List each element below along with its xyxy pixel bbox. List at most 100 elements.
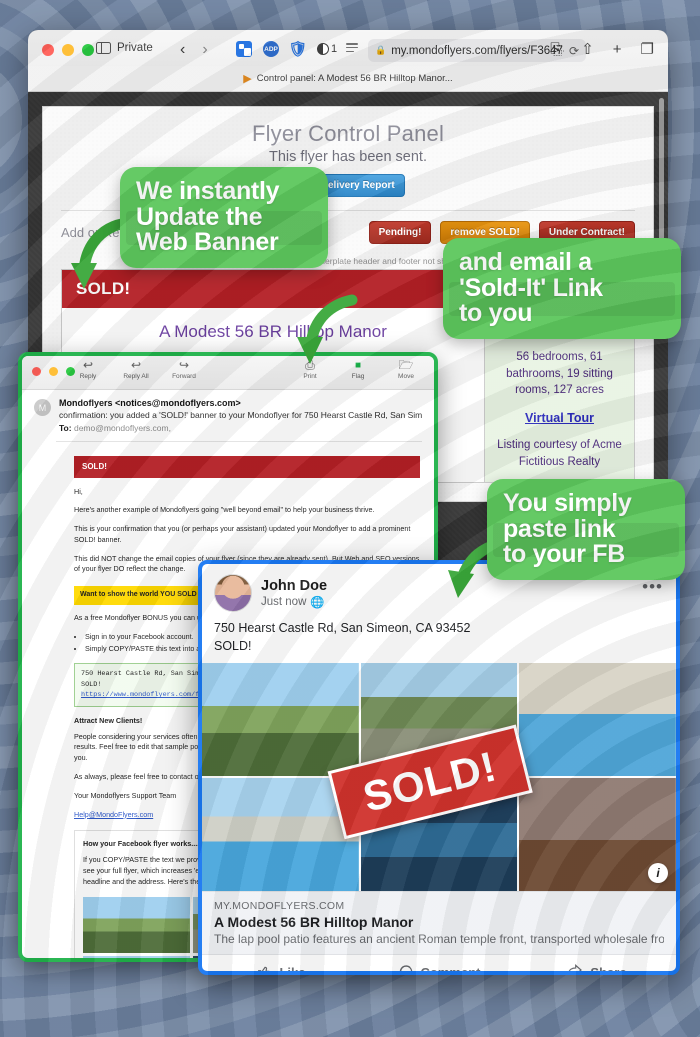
mail-traffic-lights[interactable] [32,367,75,376]
callout-line-3: to you [459,299,533,327]
callout-line-1: and email a [459,248,592,276]
url-text: my.mondoflyers.com/flyers/F3647-01 [391,44,564,57]
toolbar-right-icons[interactable]: ⎘ ⇧ + ❐ [550,40,654,59]
comment-button[interactable]: Comment [360,955,518,975]
avatar[interactable] [214,574,252,612]
forward-label: Forward [172,373,196,380]
print-button[interactable]: ⎙ Print [294,358,326,381]
flag-icon: ■ [354,360,362,371]
share-arrow-icon [569,964,583,971]
mail-paragraph-2: This is your confirmation that you (or p… [74,524,411,544]
forward-button[interactable]: › [202,41,207,59]
reply-all-button[interactable]: ↩ Reply All [120,358,152,381]
reply-button[interactable]: ↩ Reply [72,358,104,381]
flag-label: Flag [351,373,365,380]
facebook-photo-grid[interactable]: SOLD! i [202,663,676,892]
vertical-scrollbar[interactable] [659,98,664,248]
flyer-specs: 56 bedrooms, 61 bathrooms, 19 sitting ro… [506,350,613,397]
thumbs-up-icon [258,966,270,971]
minimize-window-button[interactable] [62,44,74,56]
flyer-courtesy: Listing courtesy of Acme Fictitious Real… [497,438,622,468]
move-button[interactable]: 🗁 Move [390,359,422,381]
flyer-headline: A Modest 56 BR Hilltop Manor [159,322,387,341]
tab-bar[interactable]: ▶ Control panel: A Modest 56 BR Hilltop … [28,66,668,92]
share-label: Share [590,964,627,975]
move-label: Move [398,373,414,380]
like-label: Like [279,964,306,975]
callout-paste-link: You simply paste link to your FB [487,479,685,580]
post-photo[interactable] [519,663,676,777]
globe-icon: 🌐 [310,596,325,609]
download-icon[interactable]: ⎘ [550,41,562,58]
page-title: Flyer Control Panel [251,121,445,146]
navigation-arrows[interactable]: ‹ › [180,41,208,59]
share-button[interactable]: Share [518,955,676,975]
support-email-link[interactable]: Help@MondoFlyers.com [74,810,153,819]
share-icon[interactable]: ⇧ [581,40,594,58]
facebook-post-text: 750 Hearst Castle Rd, San Simeon, CA 934… [202,616,676,663]
mail-minimize-button[interactable] [49,367,58,376]
callout-update-banner: We instantly Update the Web Banner [120,167,328,268]
forward-button[interactable]: ↪ Forward [168,359,200,381]
printer-icon: ⎙ [305,358,315,372]
shield-extension-icon[interactable]: 🛡 [288,41,307,58]
like-button[interactable]: Like [202,955,360,975]
post-line-2: SOLD! [214,639,252,654]
mail-close-button[interactable] [32,367,41,376]
link-domain: MY.MONDOFLYERS.COM [214,900,345,913]
contrast-extension-icon[interactable]: 1 [317,43,337,55]
sidebar-toggle[interactable]: Private [96,41,153,55]
mail-to-value: demo@mondoflyers.com, [73,422,171,433]
post-photo[interactable] [202,663,359,777]
callout-email-link: and email a 'Sold-It' Link to you [443,238,681,339]
new-tab-icon[interactable]: + [613,41,622,58]
window-traffic-lights[interactable] [42,44,94,56]
reader-view-icon[interactable] [346,43,360,57]
lock-icon: 🔒 [375,45,387,55]
comment-bubble-icon [399,965,412,971]
link-title[interactable]: A Modest 56 BR Hilltop Manor [214,914,664,930]
mail-sender: Mondoflyers <notices@mondoflyers.com> [59,398,241,408]
tab-overview-icon[interactable]: ❐ [641,40,654,58]
desktop-background: Private ‹ › ADP 🛡 1 🔒 my.mondoflyers.com… [0,0,700,1037]
callout-line-3: to your FB [503,540,625,568]
mail-subject: confirmation: you added a 'SOLD!' banner… [59,409,422,420]
facebook-post-meta: Just now 🌐 [261,595,327,609]
pending-button[interactable]: Pending! [368,221,432,244]
contrast-glyph [317,43,329,55]
callout-line-3: Web Banner [136,228,279,256]
reply-label: Reply [79,373,97,380]
flag-button[interactable]: ■ Flag [342,359,374,380]
callout-line-1: You simply [503,489,632,517]
tab-title[interactable]: Control panel: A Modest 56 BR Hilltop Ma… [257,73,453,84]
close-window-button[interactable] [42,44,54,56]
facebook-author-name[interactable]: John Doe [261,578,327,594]
mail-highlight: Want to show the world YOU SOLD IT? [74,586,216,605]
extension-icons[interactable]: ADP 🛡 1 [236,41,337,58]
avatar: M [34,399,51,416]
print-label: Print [303,373,317,380]
mail-greeting: Hi, [74,486,83,496]
reply-all-arrow-icon: ↩ [130,358,142,372]
zoom-window-button[interactable] [82,44,94,56]
adp-extension-icon[interactable]: ADP [263,41,279,57]
facebook-timestamp: Just now [261,595,307,608]
facebook-link-preview[interactable]: MY.MONDOFLYERS.COM A Modest 56 BR Hillto… [202,891,676,955]
private-label: Private [117,42,153,54]
page-subtitle: This flyer has been sent. [269,149,427,165]
mail-recipient-row: To: demo@mondoflyers.com, [59,423,422,433]
sidebar-icon [96,41,111,55]
back-button[interactable]: ‹ [180,41,185,59]
comment-label: Comment [420,964,481,975]
favicon-icon: ▶ [243,73,252,85]
virtual-tour-link[interactable]: Virtual Tour [493,409,626,427]
reply-all-label: Reply All [123,373,149,380]
reader-extension-icon[interactable] [236,41,252,57]
mail-toolbar: ↩ Reply ↩ Reply All ↪ Forward ⎙ Print ■ … [22,356,434,390]
mail-header: M Mondoflyers <notices@mondoflyers.com> … [22,390,434,439]
shield-count: 1 [331,43,338,55]
callout-line-2: 'Sold-It' Link [459,273,603,302]
callout-line-1: We instantly [136,177,280,205]
reply-arrow-icon: ↩ [82,358,94,372]
post-more-options-icon[interactable]: ••• [642,577,663,597]
